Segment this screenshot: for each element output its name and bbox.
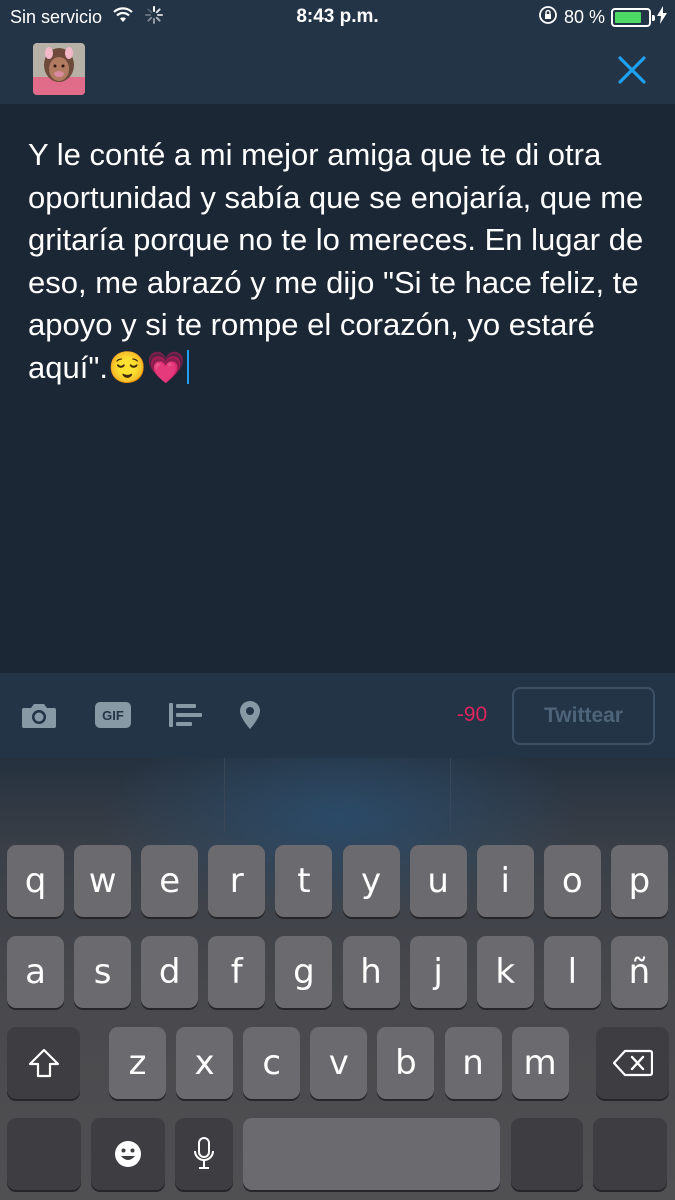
poll-icon bbox=[169, 703, 202, 727]
key-l[interactable]: l bbox=[543, 936, 601, 1008]
key-j[interactable]: j bbox=[409, 936, 467, 1008]
rotation-lock-icon bbox=[538, 5, 558, 30]
close-button[interactable] bbox=[614, 52, 650, 88]
space-key[interactable] bbox=[243, 1118, 500, 1190]
key-ñ[interactable]: ñ bbox=[610, 936, 668, 1008]
key-b[interactable]: b bbox=[377, 1027, 435, 1099]
key-p[interactable]: p bbox=[610, 845, 668, 917]
charging-bolt-icon bbox=[657, 5, 667, 29]
camera-icon bbox=[22, 704, 56, 728]
key-k[interactable]: k bbox=[476, 936, 534, 1008]
predictive-bar bbox=[0, 758, 675, 832]
location-button[interactable] bbox=[238, 699, 262, 731]
backspace-icon bbox=[612, 1049, 653, 1077]
key-r[interactable]: r bbox=[208, 845, 266, 917]
avatar[interactable] bbox=[33, 43, 85, 95]
battery-icon bbox=[611, 7, 655, 27]
tweet-text-input[interactable]: Y le conté a mi mejor amiga que te di ot… bbox=[28, 134, 653, 389]
key-y[interactable]: y bbox=[342, 845, 400, 917]
battery-level bbox=[615, 11, 641, 23]
key-i[interactable]: i bbox=[476, 845, 534, 917]
camera-button[interactable] bbox=[20, 699, 58, 731]
compose-toolbar: GIF -90 Twittear bbox=[0, 673, 675, 758]
compose-header bbox=[0, 36, 675, 104]
dictation-key[interactable] bbox=[175, 1118, 233, 1190]
key-w[interactable]: w bbox=[74, 845, 132, 917]
text-cursor bbox=[187, 349, 190, 384]
battery-percent: 80 % bbox=[563, 6, 605, 27]
suggestion-divider bbox=[224, 758, 225, 832]
key-q[interactable]: q bbox=[7, 845, 64, 917]
key-s[interactable]: s bbox=[74, 936, 132, 1008]
at-key[interactable] bbox=[511, 1118, 583, 1190]
key-g[interactable]: g bbox=[275, 936, 333, 1008]
shift-icon bbox=[28, 1048, 59, 1078]
tweet-text: Y le conté a mi mejor amiga que te di ot… bbox=[28, 137, 644, 385]
key-c[interactable]: c bbox=[243, 1027, 301, 1099]
keyboard: qwertyuiop asdfghjklñ zxcvbnm bbox=[0, 758, 675, 1200]
key-o[interactable]: o bbox=[543, 845, 601, 917]
key-e[interactable]: e bbox=[141, 845, 199, 917]
key-f[interactable]: f bbox=[208, 936, 266, 1008]
key-z[interactable]: z bbox=[109, 1027, 166, 1099]
shift-key[interactable] bbox=[7, 1027, 80, 1099]
gif-button[interactable]: GIF bbox=[95, 699, 131, 731]
compose-area[interactable]: Y le conté a mi mejor amiga que te di ot… bbox=[0, 104, 675, 673]
emoji-icon bbox=[115, 1141, 141, 1167]
numbers-key[interactable] bbox=[7, 1118, 81, 1190]
tweet-button[interactable]: Twittear bbox=[512, 687, 655, 745]
key-m[interactable]: m bbox=[511, 1027, 569, 1099]
backspace-key[interactable] bbox=[596, 1027, 669, 1099]
close-icon bbox=[618, 56, 646, 84]
gif-label: GIF bbox=[102, 708, 124, 723]
key-u[interactable]: u bbox=[409, 845, 467, 917]
status-bar: Sin servicio 8:43 p.m. 80 % bbox=[0, 0, 675, 36]
hash-key[interactable] bbox=[593, 1118, 667, 1190]
key-d[interactable]: d bbox=[141, 936, 199, 1008]
key-x[interactable]: x bbox=[176, 1027, 234, 1099]
suggestion-divider bbox=[450, 758, 451, 832]
key-n[interactable]: n bbox=[444, 1027, 502, 1099]
status-right: 80 % bbox=[538, 5, 667, 29]
gif-icon: GIF bbox=[95, 702, 131, 728]
character-counter: -90 bbox=[456, 703, 488, 726]
key-t[interactable]: t bbox=[275, 845, 333, 917]
microphone-icon bbox=[194, 1137, 214, 1169]
key-a[interactable]: a bbox=[7, 936, 64, 1008]
emoji-key[interactable] bbox=[91, 1118, 165, 1190]
key-v[interactable]: v bbox=[310, 1027, 368, 1099]
location-pin-icon bbox=[240, 701, 260, 729]
poll-button[interactable] bbox=[167, 699, 203, 731]
key-h[interactable]: h bbox=[342, 936, 400, 1008]
